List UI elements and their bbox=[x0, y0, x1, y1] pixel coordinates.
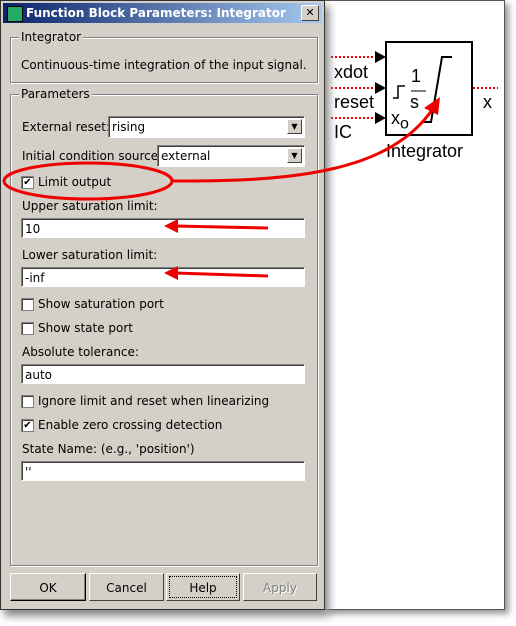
help-button[interactable]: Help bbox=[166, 573, 240, 601]
annotation-curve-arrow bbox=[171, 109, 434, 183]
zero-crossing-label: Enable zero crossing detection bbox=[38, 418, 223, 432]
ok-button[interactable]: OK bbox=[10, 573, 86, 601]
show-state-port-label: Show state port bbox=[38, 321, 134, 335]
cancel-button[interactable]: Cancel bbox=[89, 573, 164, 601]
state-name-input[interactable]: '' bbox=[21, 461, 305, 481]
upper-limit-arrow bbox=[174, 224, 269, 230]
abs-tolerance-label: Absolute tolerance: bbox=[22, 345, 139, 359]
apply-button[interactable]: Apply bbox=[243, 573, 317, 601]
arrowhead-icon bbox=[164, 266, 178, 280]
lower-limit-arrow bbox=[174, 271, 269, 278]
highlight-ellipse bbox=[2, 161, 174, 201]
zero-crossing-checkbox[interactable]: ✔ bbox=[21, 419, 34, 432]
state-name-label: State Name: (e.g., 'position') bbox=[22, 442, 195, 456]
ignore-limit-checkbox[interactable] bbox=[21, 395, 34, 408]
arrowhead-icon bbox=[164, 219, 178, 233]
show-state-port-checkbox[interactable] bbox=[21, 322, 34, 335]
abs-tolerance-input[interactable]: auto bbox=[21, 364, 305, 384]
ignore-limit-label: Ignore limit and reset when linearizing bbox=[38, 394, 270, 408]
annotation-overlay bbox=[2, 97, 440, 280]
